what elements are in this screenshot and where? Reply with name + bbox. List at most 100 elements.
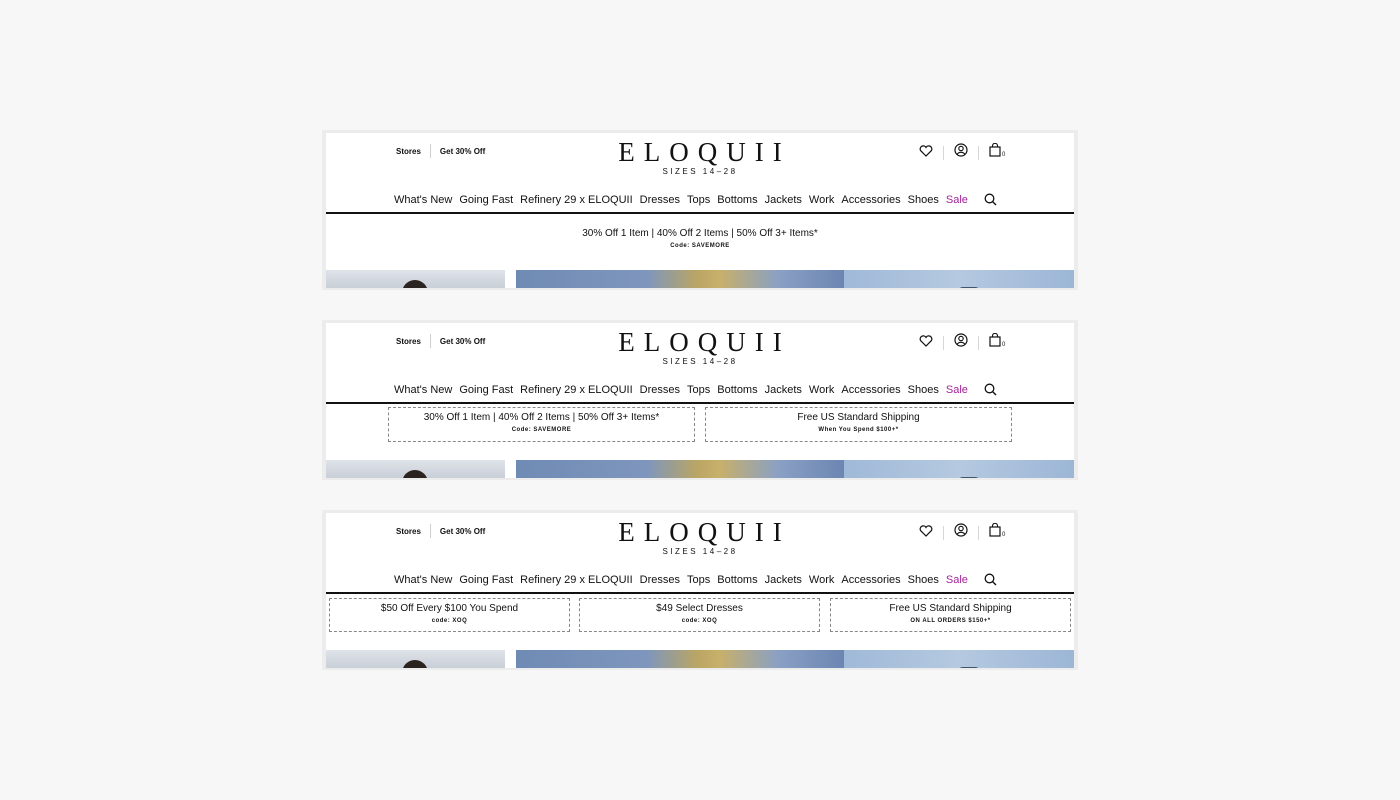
promo-text: Free US Standard Shipping xyxy=(797,412,920,423)
nav-divider xyxy=(326,592,1074,594)
nav-item-going-fast[interactable]: Going Fast xyxy=(459,574,513,586)
hero-image[interactable] xyxy=(516,460,844,478)
hero-images-strip xyxy=(326,460,1074,478)
nav-item-bottoms[interactable]: Bottoms xyxy=(717,194,757,206)
brand-tagline: SIZES 14–28 xyxy=(662,547,738,556)
nav-item-jackets[interactable]: Jackets xyxy=(765,574,802,586)
promo-text: 30% Off 1 Item | 40% Off 2 Items | 50% O… xyxy=(582,228,818,239)
hero-image[interactable] xyxy=(516,270,844,288)
model-head xyxy=(402,470,428,478)
divider xyxy=(943,145,944,160)
promo-text: Free US Standard Shipping xyxy=(889,603,1012,614)
main-nav: What's New Going Fast Refinery 29 x ELOQ… xyxy=(394,193,1004,206)
promo-code: Code: SAVEMORE xyxy=(670,243,730,249)
hero-image[interactable] xyxy=(326,650,505,668)
search-icon[interactable] xyxy=(984,193,997,206)
hero-image[interactable] xyxy=(326,270,505,288)
model-head xyxy=(402,660,428,668)
search-icon[interactable] xyxy=(984,573,997,586)
promo-code: code: XOQ xyxy=(431,618,468,624)
account-icon[interactable] xyxy=(954,523,968,542)
nav-item-accessories[interactable]: Accessories xyxy=(841,384,900,396)
header-variant-2: Stores Get 30% Off ELOQUII SIZES 14–28 0… xyxy=(322,320,1078,480)
promo-text: 30% Off 1 Item | 40% Off 2 Items | 50% O… xyxy=(423,412,660,423)
nav-divider xyxy=(326,402,1074,404)
nav-item-bottoms[interactable]: Bottoms xyxy=(717,574,757,586)
cart-bag-icon[interactable] xyxy=(989,142,1001,162)
promo-box[interactable]: 30% Off 1 Item | 40% Off 2 Items | 50% O… xyxy=(388,407,695,442)
nav-item-dresses[interactable]: Dresses xyxy=(640,384,680,396)
nav-item-tops[interactable]: Tops xyxy=(687,194,710,206)
nav-item-work[interactable]: Work xyxy=(809,194,834,206)
header-variant-1: Stores Get 30% Off ELOQUII SIZES 14–28 0… xyxy=(322,130,1078,290)
main-nav: What's New Going Fast Refinery 29 x ELOQ… xyxy=(394,573,1004,586)
model-head xyxy=(957,477,981,478)
nav-item-work[interactable]: Work xyxy=(809,384,834,396)
header-frame: Stores Get 30% Off ELOQUII SIZES 14–28 0… xyxy=(326,133,1074,288)
cart-bag-icon[interactable] xyxy=(989,332,1001,352)
nav-item-tops[interactable]: Tops xyxy=(687,574,710,586)
wishlist-heart-icon[interactable] xyxy=(919,334,933,352)
wishlist-heart-icon[interactable] xyxy=(919,524,933,542)
promo-text: $49 Select Dresses xyxy=(656,603,743,614)
nav-item-shoes[interactable]: Shoes xyxy=(908,194,939,206)
nav-item-going-fast[interactable]: Going Fast xyxy=(459,194,513,206)
nav-item-refinery29[interactable]: Refinery 29 x ELOQUII xyxy=(520,384,633,396)
nav-item-accessories[interactable]: Accessories xyxy=(841,194,900,206)
nav-item-shoes[interactable]: Shoes xyxy=(908,574,939,586)
account-icon[interactable] xyxy=(954,333,968,352)
hero-image[interactable] xyxy=(844,460,1074,478)
nav-item-sale[interactable]: Sale xyxy=(946,194,968,206)
promo-details: When You Spend $100+* xyxy=(818,427,899,433)
promo-box[interactable]: Free US Standard Shipping ON ALL ORDERS … xyxy=(830,598,1071,632)
header-icons: 0 xyxy=(919,522,1005,542)
hero-image[interactable] xyxy=(844,650,1074,668)
header-icons: 0 xyxy=(919,332,1005,352)
search-icon[interactable] xyxy=(984,383,997,396)
nav-item-bottoms[interactable]: Bottoms xyxy=(717,384,757,396)
hero-image[interactable] xyxy=(844,270,1074,288)
nav-item-jackets[interactable]: Jackets xyxy=(765,384,802,396)
nav-item-accessories[interactable]: Accessories xyxy=(841,574,900,586)
divider xyxy=(943,525,944,540)
nav-item-refinery29[interactable]: Refinery 29 x ELOQUII xyxy=(520,574,633,586)
divider xyxy=(978,335,979,350)
brand-tagline: SIZES 14–28 xyxy=(662,167,738,176)
promo-text: $50 Off Every $100 You Spend xyxy=(380,603,519,614)
brand-tagline: SIZES 14–28 xyxy=(662,357,738,366)
model-head xyxy=(402,280,428,288)
model-head xyxy=(957,667,981,668)
promo-box[interactable]: Free US Standard Shipping When You Spend… xyxy=(705,407,1012,442)
nav-item-sale[interactable]: Sale xyxy=(946,574,968,586)
promo-code: Code: SAVEMORE xyxy=(511,427,572,433)
hero-image[interactable] xyxy=(516,650,844,668)
header-icons: 0 xyxy=(919,142,1006,162)
nav-item-dresses[interactable]: Dresses xyxy=(640,194,680,206)
main-nav: What's New Going Fast Refinery 29 x ELOQ… xyxy=(394,383,1004,396)
hero-images-strip xyxy=(326,650,1074,668)
promo-banner[interactable]: 30% Off 1 Item | 40% Off 2 Items | 50% O… xyxy=(326,228,1074,251)
nav-item-refinery29[interactable]: Refinery 29 x ELOQUII xyxy=(520,194,633,206)
nav-item-shoes[interactable]: Shoes xyxy=(908,384,939,396)
cart-bag-icon[interactable] xyxy=(989,522,1001,542)
divider xyxy=(943,335,944,350)
hero-images-strip xyxy=(326,270,1074,288)
nav-item-whats-new[interactable]: What's New xyxy=(394,194,452,206)
nav-item-whats-new[interactable]: What's New xyxy=(394,574,452,586)
nav-item-tops[interactable]: Tops xyxy=(687,384,710,396)
nav-item-work[interactable]: Work xyxy=(809,574,834,586)
divider xyxy=(978,145,979,160)
nav-item-going-fast[interactable]: Going Fast xyxy=(459,384,513,396)
account-icon[interactable] xyxy=(954,143,968,162)
nav-item-dresses[interactable]: Dresses xyxy=(640,574,680,586)
promo-box[interactable]: $50 Off Every $100 You Spend code: XOQ xyxy=(329,598,570,632)
nav-item-whats-new[interactable]: What's New xyxy=(394,384,452,396)
nav-item-jackets[interactable]: Jackets xyxy=(765,194,802,206)
cart-count: 0 xyxy=(1002,151,1006,158)
promo-box[interactable]: $49 Select Dresses code: XOQ xyxy=(579,598,820,632)
wishlist-heart-icon[interactable] xyxy=(919,144,933,162)
nav-item-sale[interactable]: Sale xyxy=(946,384,968,396)
header-frame: Stores Get 30% Off ELOQUII SIZES 14–28 0… xyxy=(326,513,1074,668)
header-variant-3: Stores Get 30% Off ELOQUII SIZES 14–28 0… xyxy=(322,510,1078,670)
hero-image[interactable] xyxy=(326,460,505,478)
